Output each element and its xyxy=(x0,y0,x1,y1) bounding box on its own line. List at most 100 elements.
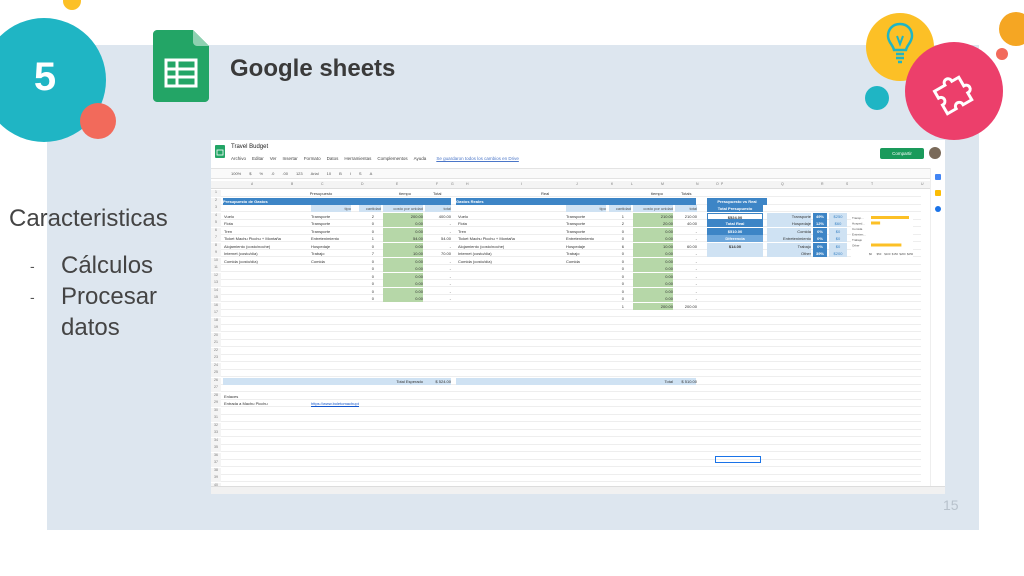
row-number[interactable]: 13 xyxy=(211,280,221,287)
row-number[interactable]: 15 xyxy=(211,295,221,302)
sheet-cell[interactable]: 0 xyxy=(359,265,374,272)
sheet-cell[interactable]: 200.00 xyxy=(383,212,423,220)
sheet-cell[interactable]: Hospedaje xyxy=(566,243,606,250)
sheet-cell[interactable]: - xyxy=(425,220,451,227)
sheet-cell[interactable]: 54.00 xyxy=(425,235,451,242)
row-number[interactable]: 35 xyxy=(211,445,221,452)
menu-herramientas[interactable]: Herramientas xyxy=(344,156,371,161)
sheet-cell[interactable]: 10.00 xyxy=(633,242,673,250)
sheet-cell[interactable]: 0.00 xyxy=(383,257,423,265)
column-header[interactable]: N xyxy=(696,181,699,188)
sheet-cell[interactable]: - xyxy=(675,288,697,295)
sheet-cell[interactable]: 0 xyxy=(609,273,624,280)
row-number[interactable]: 28 xyxy=(211,392,221,400)
column-header[interactable]: Q xyxy=(781,181,784,188)
toolbar-item[interactable]: B xyxy=(339,171,342,176)
sheet-cell[interactable] xyxy=(707,250,763,257)
sheet-cell[interactable]: tipo xyxy=(311,205,351,212)
sheet-cell[interactable]: - xyxy=(425,265,451,272)
toolbar-item[interactable]: S xyxy=(359,171,362,176)
sheet-cell[interactable]: 0.00 xyxy=(383,227,423,235)
sheet-cell[interactable]: $0 xyxy=(829,235,847,242)
menu-datos[interactable]: Datos xyxy=(327,156,339,161)
sheet-cell[interactable]: $510.00 xyxy=(707,227,763,235)
sheet-cell[interactable]: tiempo xyxy=(651,190,671,197)
sheet-cell[interactable]: 0 xyxy=(359,280,374,287)
row-number[interactable]: 12 xyxy=(211,272,221,280)
save-status[interactable]: Se guardaron todos los cambios en Drive xyxy=(436,156,519,161)
sheet-cell[interactable]: 0.00 xyxy=(383,272,423,280)
toolbar-item[interactable]: $ xyxy=(249,171,251,176)
menu-editar[interactable]: Editar xyxy=(252,156,264,161)
sheet-cell[interactable]: Vuelo xyxy=(224,213,310,220)
sheet-cell[interactable]: Totals xyxy=(681,190,701,197)
sheet-cell[interactable]: Internet (costo/día) xyxy=(224,250,310,257)
column-header[interactable]: I xyxy=(521,181,522,188)
sheet-cell[interactable]: https://www.boletomachupicchu.com xyxy=(311,400,359,407)
sheet-cell[interactable]: Transporte xyxy=(566,213,606,220)
sheet-cell[interactable]: Hospedaje xyxy=(311,243,351,250)
sheet-cell[interactable]: $0 xyxy=(829,242,847,250)
sheet-cell[interactable]: Diferencia xyxy=(707,235,763,242)
sheet-cell[interactable]: - xyxy=(675,235,697,242)
row-number[interactable]: 19 xyxy=(211,325,221,332)
sheet-cell[interactable]: 0.00 xyxy=(383,265,423,272)
sheet-cell[interactable]: 39% xyxy=(813,250,827,257)
row-number[interactable]: 30 xyxy=(211,407,221,415)
menu-ver[interactable]: Ver xyxy=(270,156,277,161)
sheet-cell[interactable]: 200.00 xyxy=(633,302,673,310)
column-header[interactable]: S xyxy=(846,181,848,188)
sheet-cell[interactable]: Trabajo xyxy=(767,242,811,250)
column-header[interactable]: F xyxy=(436,181,438,188)
sheet-cell[interactable]: 0 xyxy=(609,235,624,242)
sheet-cell[interactable]: Comida xyxy=(311,258,351,265)
row-number[interactable]: 33 xyxy=(211,430,221,437)
sheet-cell[interactable]: Presupuesto vs Real xyxy=(707,197,767,205)
sheet-cell[interactable]: 7 xyxy=(359,250,374,257)
row-number[interactable]: 37 xyxy=(211,460,221,467)
toolbar-item[interactable]: % xyxy=(259,171,263,176)
sheet-cell[interactable]: Entretenimiento xyxy=(767,235,811,242)
sheet-cell[interactable]: $60 xyxy=(829,220,847,227)
sheet-cell[interactable]: 12% xyxy=(813,220,827,227)
sheet-cell[interactable]: Vuelo xyxy=(458,213,564,220)
sheet-cell[interactable]: Real xyxy=(541,190,571,197)
row-number[interactable]: 10 xyxy=(211,257,221,265)
sheet-cell[interactable]: 0.00 xyxy=(633,257,673,265)
keep-icon[interactable] xyxy=(935,190,941,196)
sheet-cell[interactable]: $ 510.00 xyxy=(675,378,697,385)
sheet-cell[interactable]: $ 524.00 xyxy=(425,378,451,385)
sheet-cell[interactable]: Internet (costo/día) xyxy=(458,250,564,257)
sheet-cell[interactable]: - xyxy=(675,258,697,265)
sheet-cell[interactable]: cantidad xyxy=(359,205,381,212)
row-number[interactable]: 3 xyxy=(211,205,221,212)
row-number[interactable]: 31 xyxy=(211,415,221,422)
doc-title[interactable]: Travel Budget xyxy=(231,144,268,150)
sheet-cell[interactable]: - xyxy=(675,250,697,257)
sheet-cell[interactable]: 20.00 xyxy=(633,220,673,227)
row-number[interactable]: 14 xyxy=(211,287,221,295)
toolbar-item[interactable]: A xyxy=(370,171,373,176)
column-header[interactable]: O xyxy=(716,181,719,188)
sheet-cell[interactable]: Hospedaje xyxy=(767,220,811,227)
sheet-cell[interactable]: Entretenimiento xyxy=(566,235,606,242)
sheet-cell[interactable]: 70.00 xyxy=(425,250,451,257)
sheet-cell[interactable]: cantidad xyxy=(609,205,631,212)
row-number[interactable]: 34 xyxy=(211,437,221,445)
sheet-cell[interactable]: 0% xyxy=(813,235,827,242)
sheet-cell[interactable]: Tren xyxy=(224,228,310,235)
sheet-cell[interactable]: 0 xyxy=(359,295,374,302)
menu-complementos[interactable]: Complementos xyxy=(377,156,407,161)
row-number[interactable]: 16 xyxy=(211,302,221,310)
column-header[interactable]: E xyxy=(396,181,398,188)
sheet-cell[interactable]: 210.00 xyxy=(675,213,697,220)
sheet-cell[interactable]: 0% xyxy=(813,242,827,250)
sheet-cell[interactable]: Transporte xyxy=(566,228,606,235)
row-number[interactable]: 24 xyxy=(211,362,221,370)
column-header[interactable]: U xyxy=(921,181,924,188)
toolbar-item[interactable]: .00 xyxy=(282,171,288,176)
sheet-cell[interactable]: 0.00 xyxy=(633,295,673,302)
sheet-cell[interactable]: 2 xyxy=(609,220,624,227)
sheet-cell[interactable]: $250 xyxy=(829,212,847,220)
sheet-cell[interactable]: Total Presupuesto xyxy=(707,205,763,212)
